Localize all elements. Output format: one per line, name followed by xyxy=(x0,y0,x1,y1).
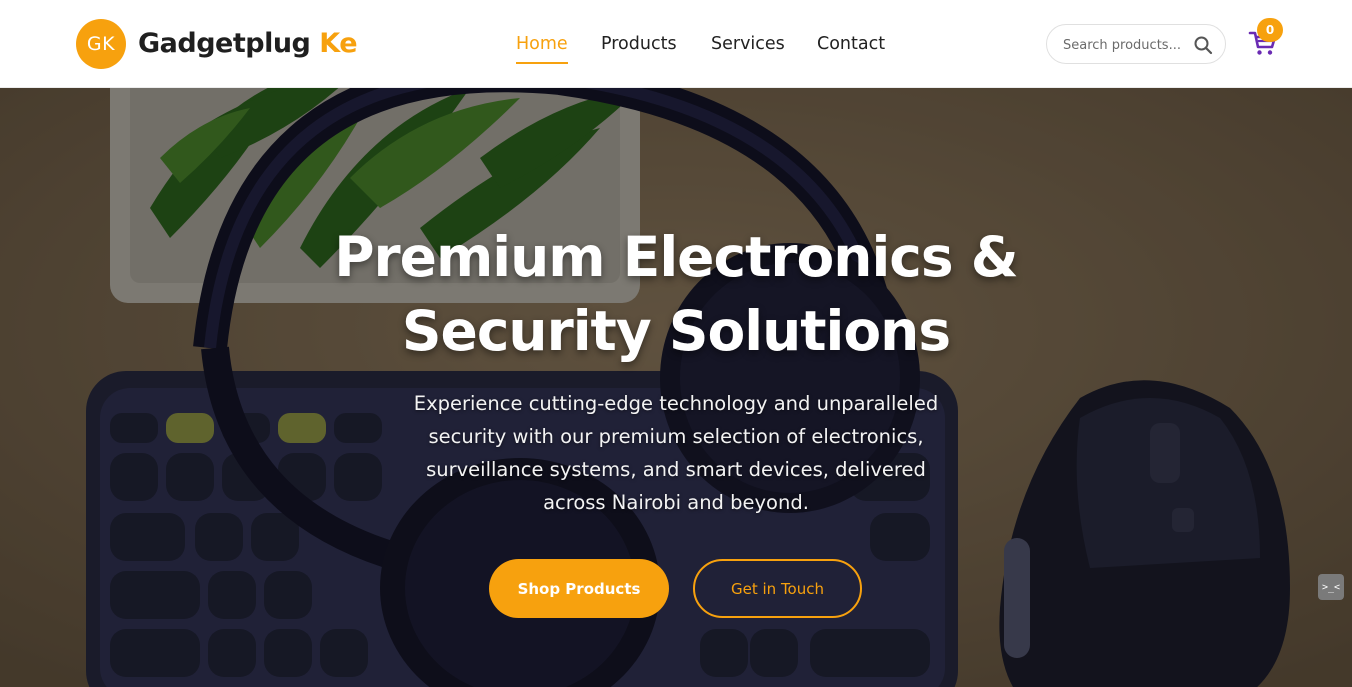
cart-count-badge: 0 xyxy=(1257,18,1283,42)
shop-products-button[interactable]: Shop Products xyxy=(489,559,669,618)
hero-subtitle-line-3: surveillance systems, and smart devices,… xyxy=(426,458,926,481)
hero-title-line-1: Premium Electronics & xyxy=(334,225,1019,289)
brand-name-main: Gadgetplug xyxy=(138,28,311,59)
search-box xyxy=(1046,24,1226,64)
hero-subtitle-line-1: Experience cutting-edge technology and u… xyxy=(413,392,939,415)
hero-section: Premium Electronics & Security Solutions… xyxy=(0,88,1352,687)
site-header: GK Gadgetplug Ke Home Products Services … xyxy=(0,0,1352,88)
hero-title-line-2: Security Solutions xyxy=(401,299,951,363)
hero-subtitle: Experience cutting-edge technology and u… xyxy=(380,387,972,519)
nav-products[interactable]: Products xyxy=(601,30,677,58)
hero-subtitle-line-4: across Nairobi and beyond. xyxy=(543,491,809,514)
side-widget-icon[interactable]: >_< xyxy=(1318,574,1344,600)
nav-contact[interactable]: Contact xyxy=(817,30,885,58)
nav-services[interactable]: Services xyxy=(711,30,785,58)
hero-title: Premium Electronics & Security Solutions xyxy=(0,220,1352,368)
search-input[interactable] xyxy=(1063,35,1189,55)
logo-badge[interactable]: GK xyxy=(76,19,126,69)
hero-subtitle-line-2: security with our premium selection of e… xyxy=(428,425,924,448)
nav-home[interactable]: Home xyxy=(516,30,568,64)
search-icon[interactable] xyxy=(1193,35,1213,55)
brand-name[interactable]: Gadgetplug Ke xyxy=(138,26,358,62)
get-in-touch-button[interactable]: Get in Touch xyxy=(693,559,862,618)
brand-name-accent: Ke xyxy=(319,28,358,59)
